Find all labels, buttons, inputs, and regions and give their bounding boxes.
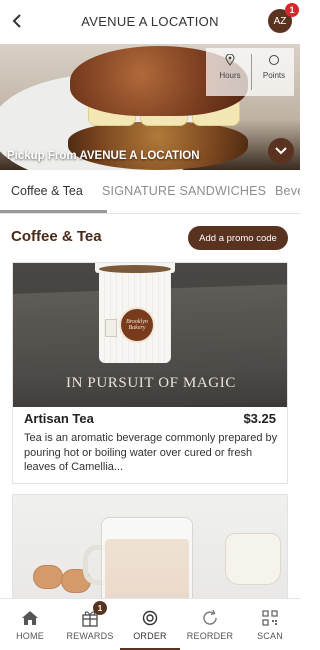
tab-signature-sandwiches[interactable]: SIGNATURE SANDWICHES (102, 184, 266, 198)
nav-home-label: HOME (16, 631, 44, 641)
glass-mug-image (101, 517, 193, 604)
tea-surface-image (99, 265, 171, 273)
app-header: AVENUE A LOCATION AZ 1 (0, 0, 300, 44)
section-title: Coffee & Tea (11, 228, 102, 245)
points-label: Points (262, 71, 286, 80)
nav-rewards-label: REWARDS (66, 631, 114, 641)
home-icon (0, 608, 60, 628)
product-card-artisan-tea[interactable]: Brooklyn Bakery IN PURSUIT OF MAGIC Arti… (12, 262, 288, 484)
product-description: Tea is an aromatic beverage commonly pre… (24, 432, 278, 473)
order-icon (120, 608, 180, 628)
category-tabs: Coffee & Tea SIGNATURE SANDWICHES Beve (0, 170, 300, 214)
gift-icon (60, 608, 120, 628)
product-price: $3.25 (243, 411, 276, 426)
tab-coffee-tea[interactable]: Coffee & Tea (11, 184, 83, 198)
product-image (13, 495, 287, 604)
chevron-down-icon (275, 147, 287, 155)
product-image: Brooklyn Bakery IN PURSUIT OF MAGIC (13, 263, 287, 407)
nav-reorder-label: REORDER (186, 631, 234, 641)
points-button[interactable]: Points (254, 54, 294, 80)
refresh-icon (180, 608, 240, 628)
tea-bag-tag-image (105, 319, 117, 337)
nav-order-label: ORDER (133, 631, 167, 641)
location-pin-icon (210, 53, 250, 69)
nav-scan-label: SCAN (257, 631, 283, 641)
product-name: Artisan Tea (24, 411, 94, 426)
bagel-bottom-image (68, 122, 248, 170)
pickup-location-caption: Pickup From AVENUE A LOCATION (7, 150, 200, 162)
rewards-badge: 1 (93, 601, 107, 615)
store-tools-panel: Hours Points (206, 48, 294, 96)
nav-home[interactable]: HOME (0, 599, 60, 649)
expand-store-button[interactable] (268, 138, 294, 164)
bottom-navigation: HOME 1 REWARDS ORDER REORDER SCAN (0, 598, 300, 650)
add-promo-code-button[interactable]: Add a promo code (188, 226, 288, 250)
product-card-milk-tea[interactable] (12, 494, 288, 604)
tools-divider (251, 54, 252, 90)
milk-jug-image (225, 533, 281, 585)
slate-lettering: IN PURSUIT OF MAGIC (66, 375, 236, 391)
points-icon (254, 54, 294, 69)
nav-rewards[interactable]: 1 REWARDS (60, 599, 120, 649)
notification-badge: 1 (285, 3, 299, 17)
active-tab-indicator (0, 210, 107, 213)
macaron-image (33, 565, 63, 589)
nav-order[interactable]: ORDER (120, 599, 180, 650)
chevron-left-icon (12, 14, 21, 28)
nav-reorder[interactable]: REORDER (180, 599, 240, 649)
hours-label: Hours (219, 71, 241, 80)
page-title: AVENUE A LOCATION (81, 14, 219, 29)
back-button[interactable] (6, 10, 28, 32)
tab-beverages[interactable]: Beve (275, 184, 300, 198)
bakery-logo: Brooklyn Bakery (119, 307, 155, 343)
store-hero-banner: Hours Points Pickup From AVENUE A LOCATI… (0, 44, 300, 170)
qr-scan-icon (240, 608, 300, 628)
nav-scan[interactable]: SCAN (240, 599, 300, 649)
hours-button[interactable]: Hours (210, 53, 250, 80)
